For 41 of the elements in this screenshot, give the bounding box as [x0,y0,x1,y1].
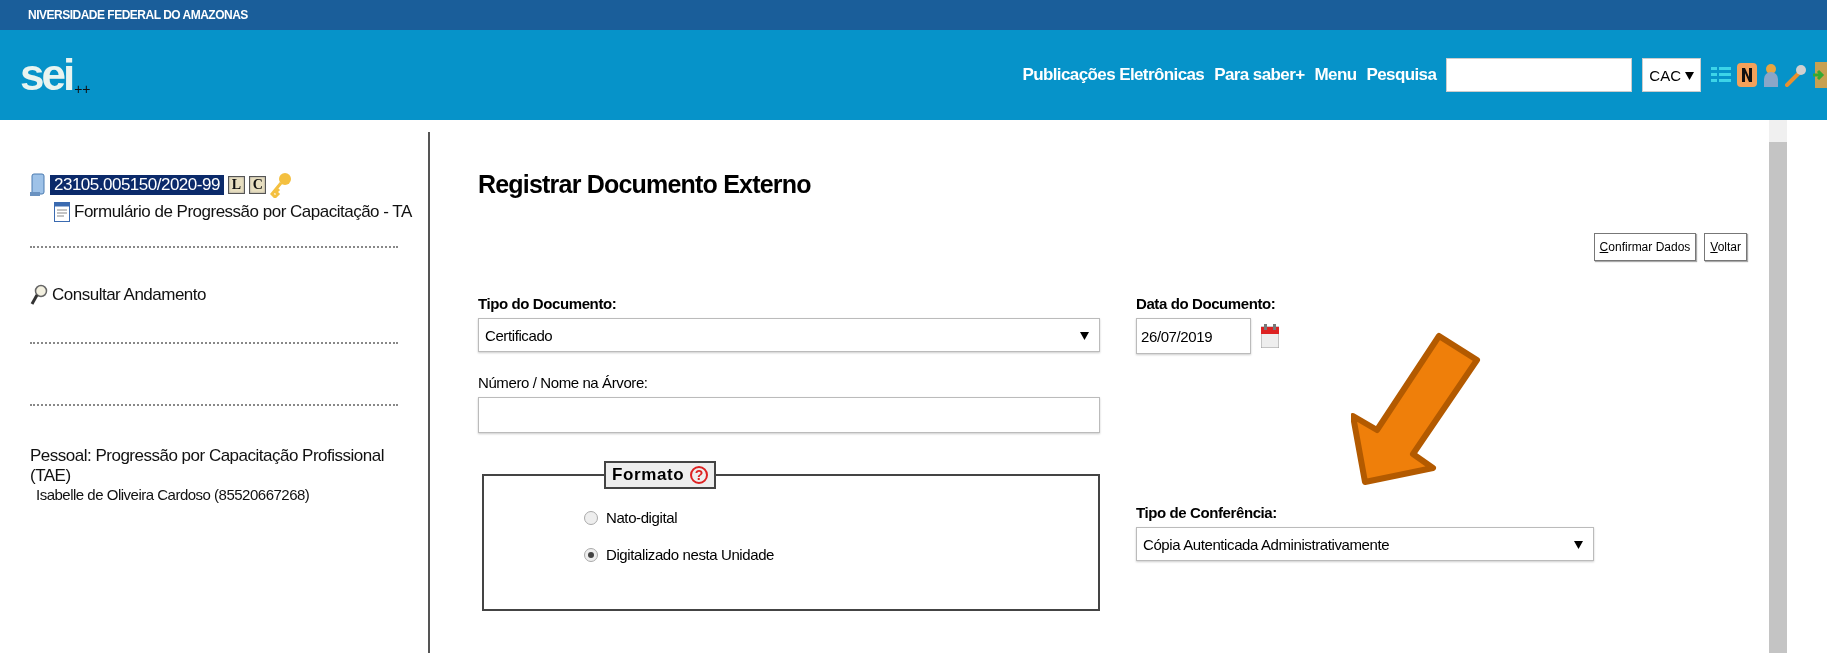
caret-icon [1080,330,1089,340]
field-label: Tipo de Conferência: [1136,504,1278,521]
form-button[interactable]: Confirmar Dados [1593,233,1697,261]
form-button[interactable]: Voltar [1704,233,1747,261]
format-legend: Formato ? [604,461,717,489]
calendar-icon[interactable] [1261,324,1279,348]
exit-icon[interactable] [1813,62,1827,88]
name-input-field[interactable] [478,397,1100,433]
field-label: Tipo do Documento: [478,295,618,312]
date-input-field[interactable]: 26/07/2019 [1136,318,1251,354]
radio-label[interactable]: Nato-digital [606,509,678,526]
scrollbar[interactable] [1769,120,1787,653]
list-icon[interactable] [1711,65,1731,85]
process-type: Pessoal: Progressão por Capacitação Profissional (TAE) [30,446,385,486]
process-badge[interactable]: L [227,176,245,194]
folder-icon [30,173,46,197]
page-title: Registrar Documento Externo [478,170,812,199]
field-label: Número / Nome na Árvore: [478,374,649,391]
document-type-select[interactable]: Certificado [478,318,1100,352]
radio-label[interactable]: Digitalizado nesta Unidade [606,546,775,563]
action-link[interactable]: Consultar Andamento [52,285,206,305]
magnifier-icon [30,284,48,306]
radio-button[interactable] [584,510,598,525]
conference-type-select[interactable]: Cópia Autenticada Administrativamente [1136,527,1594,561]
process-badge[interactable]: C [248,176,267,194]
note-icon[interactable] [1737,63,1757,87]
tree-document-link[interactable]: Formulário de Progressão por Capacitação - TA [74,202,412,222]
search-field[interactable] [1446,58,1633,92]
unit-select[interactable]: CAC [1642,58,1701,92]
radio-button[interactable] [584,547,598,562]
field-label: Data do Documento: [1136,295,1277,312]
help-icon[interactable]: ? [690,466,709,484]
document-icon [54,202,70,222]
caret-icon [1685,70,1694,80]
institution-name: NIVERSIDADE FEDERAL DO AMAZONAS [28,8,248,22]
sei-logo[interactable]: sei++ [20,53,91,97]
user-icon[interactable] [1763,63,1779,87]
interested-party: Isabelle de Oliveira Cardoso (85520667268) [36,486,311,503]
key-icon [270,172,293,198]
process-number[interactable]: 23105.005150/2020-99 [50,175,224,195]
caret-icon [1574,539,1583,549]
